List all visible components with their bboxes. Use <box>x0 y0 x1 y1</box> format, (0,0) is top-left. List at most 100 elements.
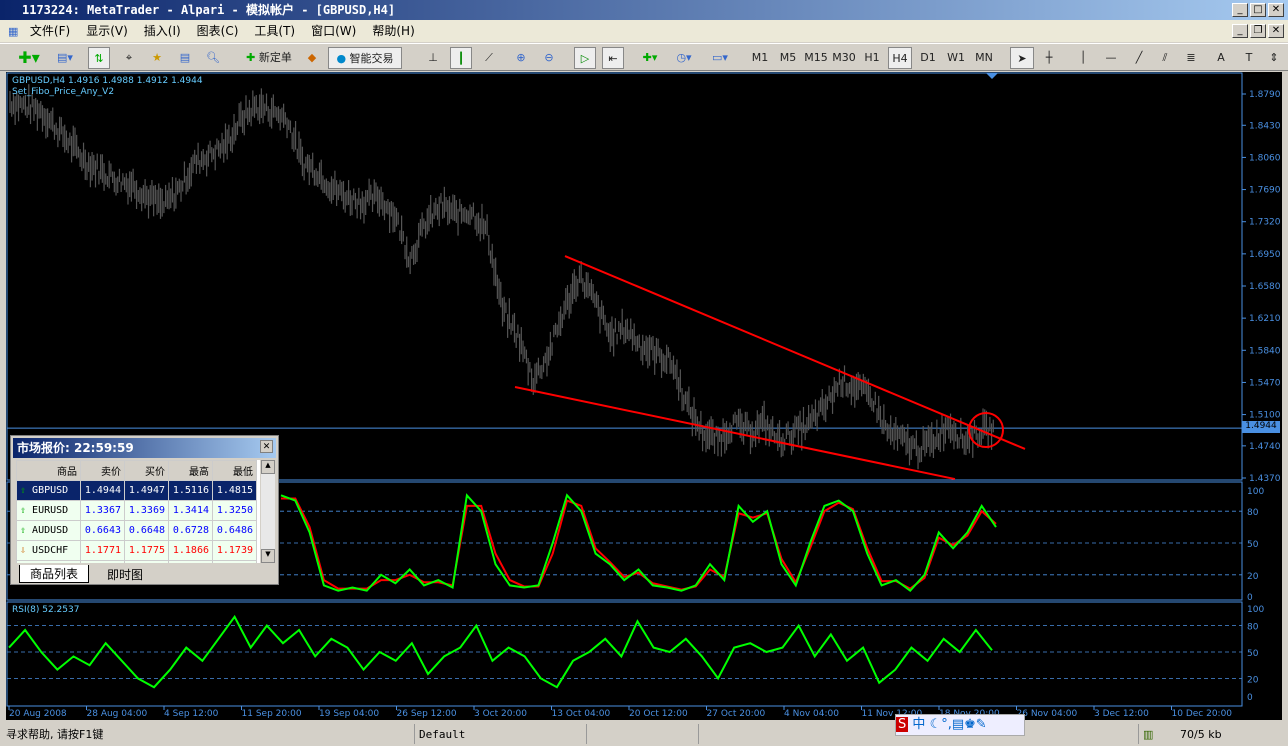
tab-symbols[interactable]: 商品列表 <box>19 565 89 583</box>
chart-canvas[interactable]: 1.8790 1.8430 1.8060 1.7690 1.7320 1.6950 1.65… <box>6 72 1282 720</box>
favorites-icon[interactable]: ★ <box>146 47 168 69</box>
new-order-button[interactable]: ✚ 新定单 <box>238 47 300 69</box>
cell: AUDUSD <box>32 525 69 536</box>
moon-icon[interactable]: ☾°,▤♚✎ <box>930 717 987 732</box>
column-header[interactable]: 最低 <box>212 460 257 481</box>
child-minimize-button[interactable]: _ <box>1232 24 1248 38</box>
market-watch-panel: 市场报价: 22:59:59 ✕ 商品 卖价 买价 最高 最低 ⇧ GBPUSD 1.494… <box>10 435 279 585</box>
menu-item[interactable]: 显示(V) <box>86 24 128 38</box>
cell: 0.6643 <box>84 525 121 536</box>
stochastic-tick-label: 80 <box>1247 508 1259 518</box>
navigator-icon[interactable]: ⌖ <box>118 47 140 69</box>
stochastic-tick-label: 0 <box>1247 593 1253 603</box>
cell: USDCHF <box>32 545 69 556</box>
expert-label: 智能交易 <box>349 52 394 65</box>
text-label-icon[interactable]: T <box>1238 47 1260 69</box>
market-watch-title: 市场报价: 22:59:59 ✕ <box>13 438 276 458</box>
table-row[interactable]: ⇧ GBPUSD 1.4944 1.4947 1.5116 1.4815 <box>16 480 257 501</box>
timeframe-m30[interactable]: M30 <box>832 47 856 69</box>
rsi-pane-border <box>6 601 1243 707</box>
table-row[interactable]: ⇩ USDCHF 1.1771 1.1775 1.1866 1.1739 <box>16 540 257 561</box>
column-header[interactable]: 买价 <box>124 460 169 481</box>
autoscroll-icon[interactable]: ▷ <box>574 47 596 69</box>
cell: 1.4947 <box>128 485 165 496</box>
column-header[interactable]: 商品 <box>16 460 81 481</box>
terminal-icon[interactable]: ▤ <box>174 47 196 69</box>
text-icon[interactable]: A <box>1210 47 1232 69</box>
timeframe-d1[interactable]: D1 <box>916 47 940 69</box>
scrollbar[interactable]: ▲ ▼ <box>261 460 275 563</box>
timeframe-w1[interactable]: W1 <box>944 47 968 69</box>
time-tick-label: 20 Aug 2008 <box>9 709 67 719</box>
maximize-button[interactable]: □ <box>1250 3 1266 17</box>
price-tick-label: 1.5840 <box>1249 346 1281 356</box>
timeframe-mn[interactable]: MN <box>972 47 996 69</box>
table-row[interactable]: ⇧ EURUSD 1.3367 1.3369 1.3414 1.3250 <box>16 500 257 521</box>
zoom-in-icon[interactable]: ⊕ <box>510 47 532 69</box>
bar-chart-icon[interactable]: ⊥ <box>422 47 444 69</box>
market-watch-icon[interactable]: ⇅ <box>88 47 110 69</box>
time-tick-label: 13 Oct 04:00 <box>552 709 611 719</box>
child-restore-button[interactable]: ❐ <box>1250 24 1266 38</box>
time-tick-label: 26 Nov 04:00 <box>1017 709 1078 719</box>
column-header[interactable]: 卖价 <box>80 460 125 481</box>
minimize-button[interactable]: _ <box>1232 3 1248 17</box>
profiles-icon[interactable]: ▤▾ <box>50 47 80 69</box>
horizontal-line-icon[interactable]: — <box>1100 47 1122 69</box>
ime-toolbar[interactable]: S 中 ☾°,▤♚✎ <box>895 714 1025 736</box>
scroll-up-icon[interactable]: ▲ <box>261 460 275 474</box>
cell: 0.6486 <box>216 525 253 536</box>
menu-item[interactable]: 文件(F) <box>30 24 70 38</box>
chart-shift-icon[interactable]: ⇤ <box>602 47 624 69</box>
periods-icon[interactable]: ◷▾ <box>670 47 698 69</box>
arrows-icon[interactable]: ⇕ <box>1264 47 1284 69</box>
new-chart-icon[interactable]: ✚▾ <box>12 47 46 69</box>
expert-advisors-button[interactable]: ● 智能交易 <box>328 47 402 69</box>
current-price-label: 1.4944 <box>1242 421 1280 433</box>
timeframe-m1[interactable]: M1 <box>748 47 772 69</box>
cursor-icon[interactable]: ➤ <box>1010 47 1034 69</box>
timeframe-h4[interactable]: H4 <box>888 47 912 69</box>
menu-item[interactable]: 帮助(H) <box>372 24 414 38</box>
trendline-icon[interactable]: ╱ <box>1128 47 1150 69</box>
cell: 0.6648 <box>128 525 165 536</box>
tester-icon[interactable]: 🔍︎ <box>202 47 224 69</box>
cell: 1.5116 <box>172 485 209 496</box>
price-tick-label: 1.7320 <box>1249 218 1281 228</box>
tab-tick-chart[interactable]: 即时图 <box>95 566 155 583</box>
close-button[interactable]: ✕ <box>1268 3 1284 17</box>
menu-item[interactable]: 工具(T) <box>254 24 295 38</box>
market-watch-time: 市场报价: 22:59:59 <box>17 441 134 455</box>
ime-mode[interactable]: 中 <box>912 717 925 732</box>
menu-item[interactable]: 插入(I) <box>144 24 181 38</box>
templates-icon[interactable]: ▭▾ <box>706 47 734 69</box>
fibonacci-icon[interactable]: ≣ <box>1180 47 1202 69</box>
time-tick-label: 11 Sep 20:00 <box>242 709 302 719</box>
sogou-icon[interactable]: S <box>896 717 909 732</box>
time-tick-label: 4 Sep 12:00 <box>164 709 219 719</box>
timeframe-m15[interactable]: M15 <box>804 47 828 69</box>
close-icon[interactable]: ✕ <box>260 440 273 453</box>
crosshair-icon[interactable]: ┼ <box>1038 47 1060 69</box>
timeframe-h1[interactable]: H1 <box>860 47 884 69</box>
line-chart-icon[interactable]: ⟋ <box>478 47 500 69</box>
channel-icon[interactable]: ⫽ <box>1154 47 1176 69</box>
table-row[interactable]: ⇧ GOLD831.30832.80838.50807.60 <box>16 560 257 563</box>
connection-icon: ▥ <box>1138 724 1168 744</box>
vertical-line-icon[interactable]: │ <box>1072 47 1094 69</box>
column-header[interactable]: 最高 <box>168 460 213 481</box>
child-close-button[interactable]: ✕ <box>1268 24 1284 38</box>
table-row[interactable]: ⇧ AUDUSD 0.6643 0.6648 0.6728 0.6486 <box>16 520 257 541</box>
timeframe-m5[interactable]: M5 <box>776 47 800 69</box>
status-cell <box>698 724 786 744</box>
zoom-out-icon[interactable]: ⊖ <box>538 47 560 69</box>
candlestick-icon[interactable]: ┃ <box>450 47 472 69</box>
cell: 1.4815 <box>216 485 253 496</box>
menu-item[interactable]: 图表(C) <box>197 24 239 38</box>
scroll-down-icon[interactable]: ▼ <box>261 549 275 563</box>
chart-window[interactable]: 1.8790 1.8430 1.8060 1.7690 1.7320 1.6950 1.65… <box>6 72 1282 720</box>
title-bar: 1173224: MetaTrader - Alpari - 模拟帐户 - [G… <box>0 0 1288 20</box>
indicators-icon[interactable]: ✚▾ <box>636 47 664 69</box>
alert-icon[interactable]: ◆ <box>302 47 322 69</box>
menu-item[interactable]: 窗口(W) <box>311 24 356 38</box>
